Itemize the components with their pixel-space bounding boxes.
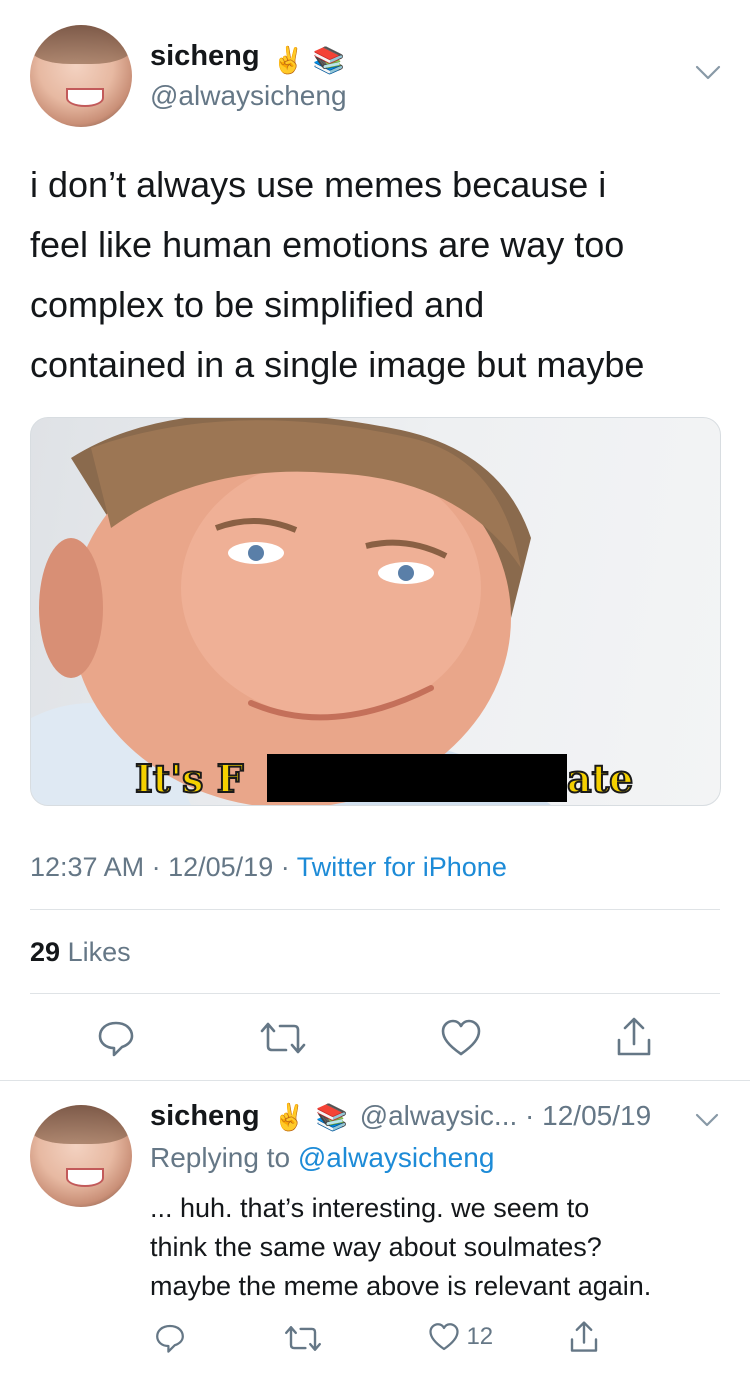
reply-text-line: maybe the meme above is relevant again. (150, 1271, 652, 1301)
author-handle[interactable]: @alwaysicheng (150, 80, 347, 112)
reply-icon[interactable] (96, 1018, 136, 1058)
reply-like-button[interactable]: 12 (428, 1322, 493, 1352)
divider (30, 993, 720, 994)
divider (30, 909, 720, 910)
tweet-time: 12:37 AM (30, 852, 145, 882)
likes-summary[interactable]: 29 Likes (30, 937, 131, 968)
share-icon[interactable] (614, 1016, 654, 1058)
tweet-date: 12/05/19 (168, 852, 274, 882)
reply-header: sicheng ✌️ 📚 @alwaysic... · 12/05/19 (150, 1100, 652, 1133)
heart-icon (428, 1322, 460, 1352)
reply-author-handle[interactable]: @alwaysic... (360, 1100, 518, 1131)
meme-image[interactable]: It's F ate (30, 417, 721, 806)
author-display-name[interactable]: sicheng (150, 40, 260, 72)
reply-like-count: 12 (466, 1323, 494, 1350)
reply-author-avatar[interactable] (30, 1105, 132, 1207)
retweet-icon[interactable] (283, 1324, 323, 1353)
redaction-bar (267, 754, 567, 802)
meme-caption-left: It's F (134, 755, 245, 802)
share-icon[interactable] (568, 1320, 600, 1354)
reply-text-line: ... huh. that’s interesting. we seem to (150, 1193, 590, 1223)
tweet-text-line: feel like human emotions are way too (30, 224, 625, 265)
likes-count: 29 (30, 937, 61, 967)
replying-to-handle-link[interactable]: @alwaysicheng (298, 1142, 495, 1173)
man-face-illustration (31, 418, 551, 805)
reply-text: ... huh. that’s interesting. we seem to … (150, 1189, 730, 1306)
meme-caption-right: ate (566, 755, 634, 802)
likes-label: Likes (67, 937, 131, 967)
reply-date[interactable]: 12/05/19 (542, 1100, 651, 1131)
tweet-text-line: complex to be simplified and (30, 284, 485, 325)
reply-author-display-name[interactable]: sicheng (150, 1100, 260, 1132)
retweet-icon[interactable] (258, 1020, 308, 1056)
reply-icon[interactable] (154, 1322, 186, 1354)
books-emoji: 📚 (312, 45, 346, 76)
replying-to: Replying to @alwaysicheng (150, 1142, 495, 1173)
victory-hand-emoji: ✌️ (273, 1102, 306, 1133)
victory-hand-emoji: ✌️ (272, 45, 305, 76)
tweet-source-link[interactable]: Twitter for iPhone (297, 852, 507, 882)
books-emoji: 📚 (315, 1102, 348, 1133)
tweet-text-line: i don’t always use memes because i (30, 164, 607, 205)
reply-text-line: think the same way about soulmates? (150, 1232, 602, 1262)
tweet-text: i don’t always use memes because i feel … (30, 155, 730, 395)
chevron-down-icon[interactable] (695, 1112, 719, 1128)
tweet-timestamp: 12:37 AM · 12/05/19 · Twitter for iPhone (30, 852, 507, 882)
tweet-text-line: contained in a single image but maybe (30, 344, 645, 385)
divider (0, 1080, 750, 1081)
chevron-down-icon[interactable] (695, 64, 721, 82)
heart-icon[interactable] (440, 1018, 482, 1058)
author-avatar[interactable] (30, 25, 132, 127)
